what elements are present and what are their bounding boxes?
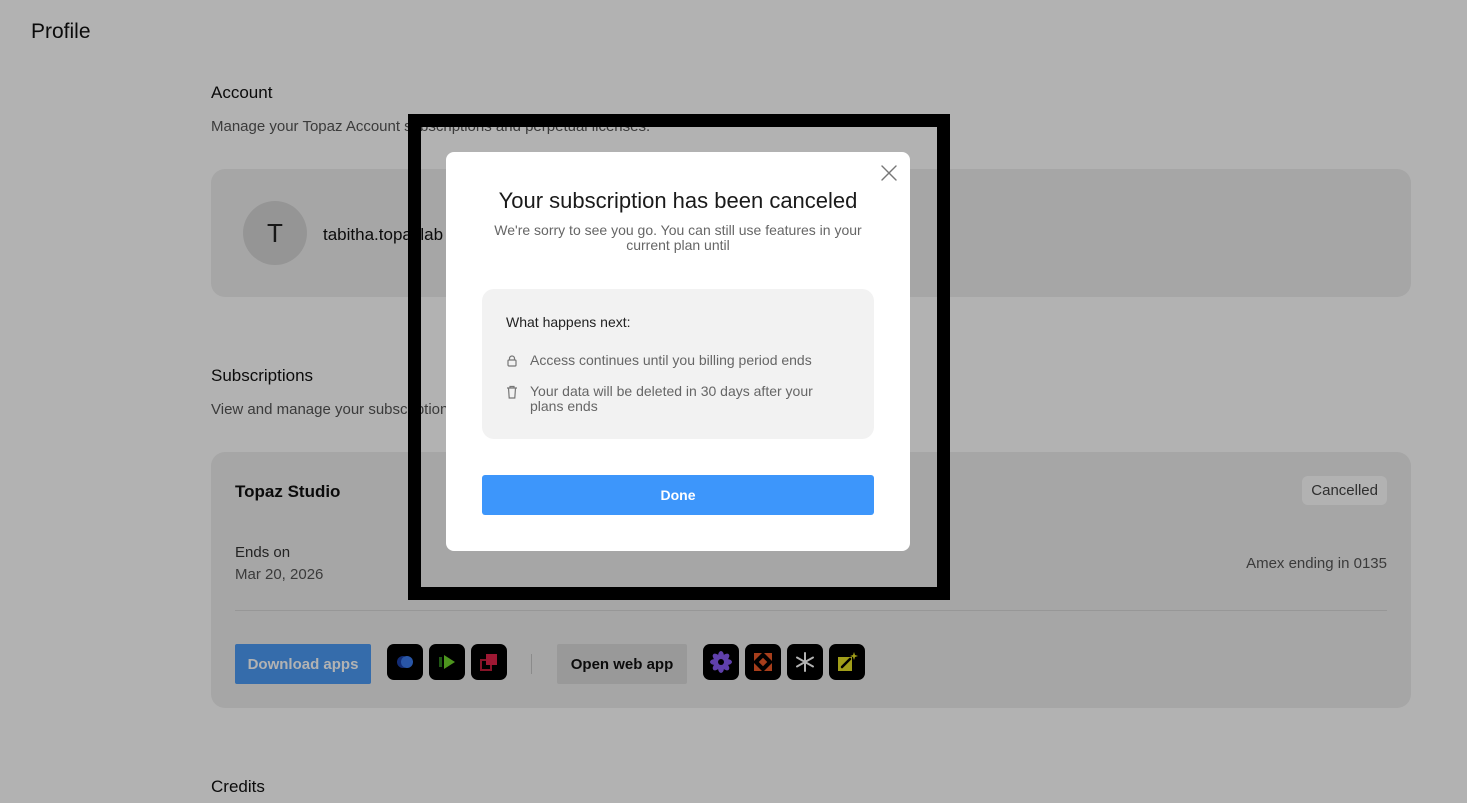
close-icon [881, 165, 897, 181]
info-item-text: Your data will be deleted in 30 days aft… [530, 383, 813, 414]
what-happens-next-heading: What happens next: [506, 314, 631, 330]
dialog-subtitle: We're sorry to see you go. You can still… [494, 222, 862, 253]
what-happens-next-box: What happens next: Access continues unti… [482, 289, 874, 439]
info-item-text: Access continues until you billing perio… [530, 352, 812, 368]
trash-icon [507, 385, 517, 399]
lock-icon [507, 355, 517, 367]
profile-page: Profile Account Manage your Topaz Accoun… [0, 0, 1467, 803]
close-button[interactable] [878, 162, 900, 184]
done-button[interactable]: Done [482, 475, 874, 515]
cancellation-dialog: Your subscription has been canceled We'r… [446, 152, 910, 551]
dialog-title: Your subscription has been canceled [498, 188, 858, 213]
info-item-access: Access continues until you billing perio… [506, 353, 830, 368]
info-item-data-deletion: Your data will be deleted in 30 days aft… [506, 384, 830, 414]
